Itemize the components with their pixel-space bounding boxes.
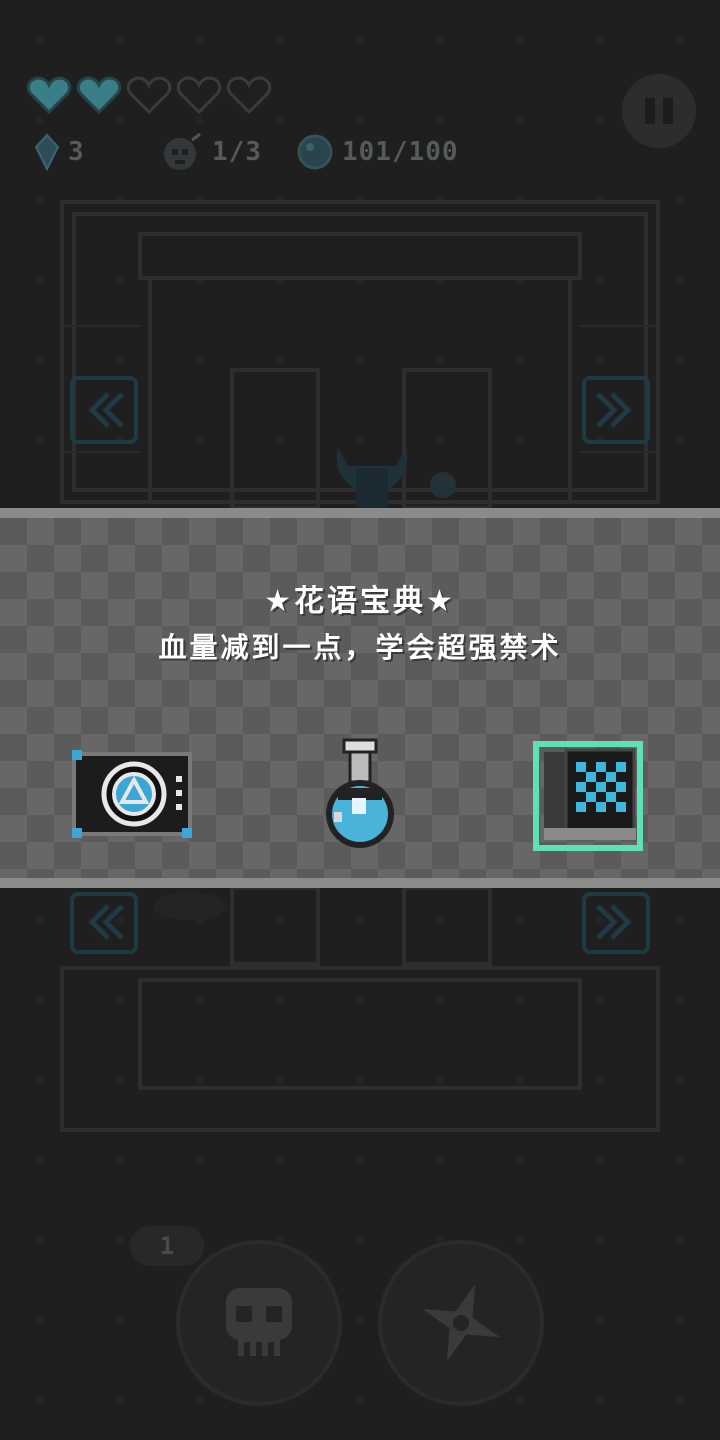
tech-card-icon	[72, 750, 192, 838]
pause-button[interactable]	[622, 74, 696, 148]
heart-full-icon	[26, 76, 72, 115]
left-door-arrow-icon-lower	[70, 892, 138, 954]
reward-banner: ★花语宝典★ 血量减到一点，学会超强禁术	[0, 508, 720, 888]
gem-count: 3	[68, 137, 85, 167]
heart-empty-icon	[176, 76, 222, 115]
kill-counter: 1/3	[160, 132, 262, 172]
dim-orb-icon	[430, 472, 456, 498]
spell-book-icon	[533, 741, 643, 851]
game-screen: 3 1/3 101/100 ★花语宝典★ 血量减到一点，学会超强禁术 1	[0, 0, 720, 1440]
stats-bar: 3 1/3 101/100	[34, 132, 494, 172]
left-door-arrow-icon	[70, 376, 138, 444]
banner-description: 血量减到一点，学会超强禁术	[158, 631, 562, 664]
reward-option-1[interactable]	[70, 748, 194, 840]
level-badge: 1	[130, 1226, 204, 1266]
potion-flask-icon	[326, 738, 394, 848]
skill-button[interactable]	[176, 1240, 342, 1406]
heart-full-icon	[76, 76, 122, 115]
shuriken-icon	[422, 1284, 500, 1362]
gem-icon	[34, 133, 60, 171]
energy-count: 101/100	[342, 137, 459, 167]
right-door-arrow-icon-lower	[582, 892, 650, 954]
reward-option-3[interactable]	[532, 740, 644, 852]
banner-title: ★花语宝典★	[264, 584, 456, 619]
health-hearts	[26, 74, 272, 116]
energy-orb-icon	[297, 134, 333, 170]
gem-counter: 3	[34, 132, 85, 172]
reward-option-2[interactable]	[318, 738, 402, 856]
skull-bomb-icon	[164, 132, 201, 170]
skull-icon	[226, 1288, 292, 1356]
energy-counter: 101/100	[296, 132, 459, 172]
attack-button[interactable]	[378, 1240, 544, 1406]
heart-empty-icon	[126, 76, 172, 115]
player-character-icon	[336, 448, 408, 508]
heart-empty-icon	[226, 76, 272, 115]
right-door-arrow-icon	[582, 376, 650, 444]
pause-icon	[645, 98, 655, 124]
kill-count: 1/3	[212, 137, 262, 167]
